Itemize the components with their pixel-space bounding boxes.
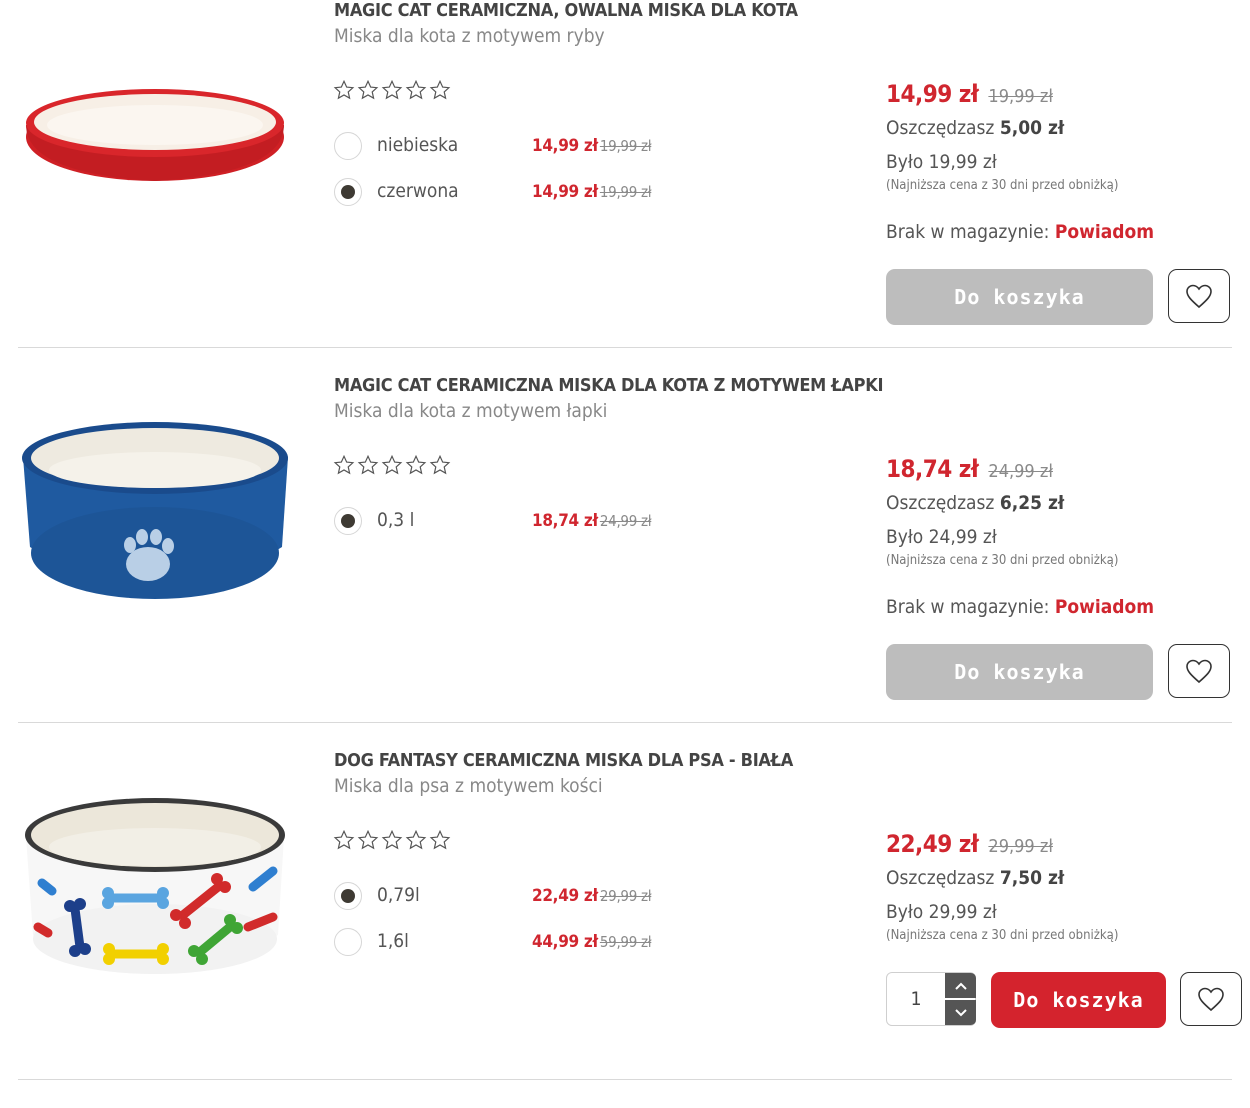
product-image[interactable]	[18, 787, 293, 987]
wishlist-button[interactable]	[1168, 269, 1230, 323]
previous-price: Było 24,99 zł	[886, 526, 997, 548]
star-outline-icon	[381, 79, 403, 100]
variant-option[interactable]: 1,6l 44,99 zł 59,99 zł	[334, 928, 674, 958]
savings-amount: 5,00 zł	[999, 117, 1065, 139]
product-subtitle: Miska dla kota z motywem ryby	[334, 25, 605, 47]
old-price: 19,99 zł	[988, 86, 1053, 107]
star-outline-icon	[381, 454, 403, 475]
variant-price: 44,99 zł 59,99 zł	[532, 932, 652, 952]
product-title[interactable]: MAGIC CAT CERAMICZNA MISKA DLA KOTA Z MO…	[334, 375, 883, 396]
product-subtitle: Miska dla kota z motywem łapki	[334, 400, 608, 422]
wishlist-button[interactable]	[1168, 644, 1230, 698]
current-price: 22,49 zł	[886, 830, 979, 858]
savings: Oszczędzasz 7,50 zł	[886, 867, 1065, 889]
savings-amount: 6,25 zł	[999, 492, 1065, 514]
product-image[interactable]	[18, 412, 293, 612]
old-price: 24,99 zł	[988, 461, 1053, 482]
lowest-price-note: (Najniższa cena z 30 dni przed obniżką)	[886, 553, 1119, 568]
quantity-decrease-button[interactable]	[945, 1000, 976, 1025]
star-outline-icon	[333, 79, 355, 100]
star-outline-icon	[405, 454, 427, 475]
star-outline-icon	[429, 829, 451, 850]
previous-price: Było 29,99 zł	[886, 901, 997, 923]
variant-label: 0,79l	[377, 884, 420, 906]
variant-old-price: 19,99 zł	[599, 183, 652, 201]
lowest-price-note: (Najniższa cena z 30 dni przed obniżką)	[886, 178, 1119, 193]
current-price: 14,99 zł	[886, 80, 979, 108]
product-subtitle: Miska dla psa z motywem kości	[334, 775, 603, 797]
rating-stars[interactable]	[333, 829, 451, 851]
divider	[18, 347, 1232, 348]
rating-stars[interactable]	[333, 79, 451, 101]
variant-option[interactable]: czerwona 14,99 zł 19,99 zł	[334, 178, 674, 208]
quantity-increase-button[interactable]	[945, 973, 976, 998]
heart-outline-icon	[1186, 284, 1212, 309]
chevron-down-icon	[954, 1008, 967, 1016]
variant-old-price: 29,99 zł	[599, 887, 652, 905]
variant-price: 14,99 zł 19,99 zł	[532, 182, 652, 202]
variant-radio-selected[interactable]	[334, 882, 362, 910]
add-to-cart-button[interactable]: Do koszyka	[991, 972, 1166, 1028]
variant-label: czerwona	[377, 180, 459, 202]
price-block: 14,99 zł 19,99 zł	[886, 80, 1053, 108]
add-to-cart-button[interactable]: Do koszyka	[886, 644, 1153, 700]
variant-option[interactable]: niebieska 14,99 zł 19,99 zł	[334, 132, 674, 162]
rating-stars[interactable]	[333, 454, 451, 476]
wishlist-button[interactable]	[1180, 972, 1242, 1026]
divider	[18, 722, 1232, 723]
lowest-price-note: (Najniższa cena z 30 dni przed obniżką)	[886, 928, 1119, 943]
variant-price: 22,49 zł 29,99 zł	[532, 886, 652, 906]
star-outline-icon	[405, 79, 427, 100]
notify-link[interactable]: Powiadom	[1055, 596, 1154, 618]
variant-price: 18,74 zł 24,99 zł	[532, 511, 652, 531]
heart-outline-icon	[1198, 987, 1224, 1012]
chevron-up-icon	[954, 982, 967, 990]
divider	[18, 1079, 1232, 1080]
star-outline-icon	[357, 829, 379, 850]
previous-price: Było 19,99 zł	[886, 151, 997, 173]
savings-amount: 7,50 zł	[999, 867, 1065, 889]
variant-radio-selected[interactable]	[334, 178, 362, 206]
white-bones-dog-bowl-icon	[25, 798, 285, 974]
variant-label: niebieska	[377, 134, 459, 156]
variant-radio-selected[interactable]	[334, 507, 362, 535]
variant-label: 1,6l	[377, 930, 409, 952]
current-price: 18,74 zł	[886, 455, 979, 483]
variant-price: 14,99 zł 19,99 zł	[532, 136, 652, 156]
variant-old-price: 24,99 zł	[599, 512, 652, 530]
variant-radio[interactable]	[334, 928, 362, 956]
star-outline-icon	[333, 454, 355, 475]
old-price: 29,99 zł	[988, 836, 1053, 857]
stock-status: Brak w magazynie: Powiadom	[886, 221, 1155, 243]
savings: Oszczędzasz 6,25 zł	[886, 492, 1065, 514]
variant-option[interactable]: 0,3 l 18,74 zł 24,99 zł	[334, 507, 674, 537]
variant-old-price: 59,99 zł	[599, 933, 652, 951]
price-block: 22,49 zł 29,99 zł	[886, 830, 1053, 858]
heart-outline-icon	[1186, 659, 1212, 684]
quantity-input[interactable]: 1	[887, 973, 945, 1025]
quantity-stepper: 1	[886, 972, 976, 1026]
price-block: 18,74 zł 24,99 zł	[886, 455, 1053, 483]
star-outline-icon	[333, 829, 355, 850]
star-outline-icon	[357, 454, 379, 475]
star-outline-icon	[381, 829, 403, 850]
star-outline-icon	[405, 829, 427, 850]
star-outline-icon	[429, 454, 451, 475]
product-image[interactable]	[18, 45, 293, 245]
variant-label: 0,3 l	[377, 509, 415, 531]
oval-red-cat-bowl-icon	[26, 89, 284, 181]
star-outline-icon	[357, 79, 379, 100]
product-title[interactable]: DOG FANTASY CERAMICZNA MISKA DLA PSA - B…	[334, 750, 793, 771]
star-outline-icon	[429, 79, 451, 100]
variant-option[interactable]: 0,79l 22,49 zł 29,99 zł	[334, 882, 674, 912]
notify-link[interactable]: Powiadom	[1055, 221, 1154, 243]
add-to-cart-button[interactable]: Do koszyka	[886, 269, 1153, 325]
stock-status: Brak w magazynie: Powiadom	[886, 596, 1155, 618]
variant-old-price: 19,99 zł	[599, 137, 652, 155]
variant-radio[interactable]	[334, 132, 362, 160]
product-title[interactable]: MAGIC CAT CERAMICZNA, OWALNA MISKA DLA K…	[334, 0, 798, 21]
blue-paw-cat-bowl-icon	[22, 422, 288, 599]
savings: Oszczędzasz 5,00 zł	[886, 117, 1065, 139]
